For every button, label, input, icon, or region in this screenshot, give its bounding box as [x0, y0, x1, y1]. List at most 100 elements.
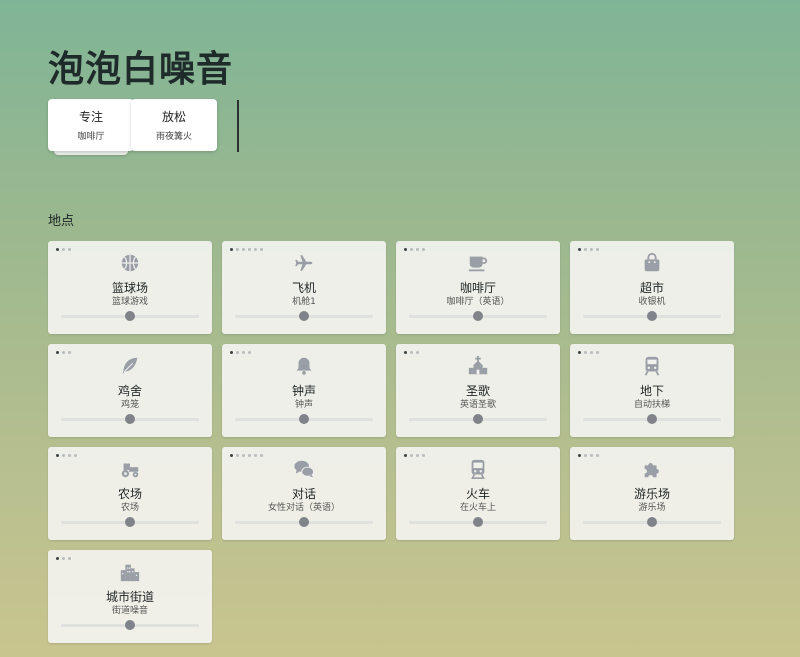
variant-dot[interactable] [56, 351, 59, 354]
variant-dot[interactable] [242, 248, 245, 251]
variant-dot[interactable] [248, 454, 251, 457]
volume-slider[interactable] [235, 311, 373, 321]
variant-dot[interactable] [242, 454, 245, 457]
variant-dots[interactable] [56, 351, 71, 354]
volume-slider-thumb[interactable] [125, 311, 135, 321]
variant-dot[interactable] [584, 248, 587, 251]
variant-dot[interactable] [578, 248, 581, 251]
variant-dot[interactable] [254, 248, 257, 251]
variant-dot[interactable] [260, 248, 263, 251]
volume-slider[interactable] [409, 414, 547, 424]
variant-dot[interactable] [56, 454, 59, 457]
variant-dot[interactable] [404, 351, 407, 354]
volume-slider[interactable] [409, 517, 547, 527]
volume-slider[interactable] [235, 517, 373, 527]
preset-focus-button[interactable]: 专注 咖啡厅 [48, 99, 134, 151]
variant-dot[interactable] [596, 248, 599, 251]
sound-card[interactable]: 地下 自动扶梯 [570, 344, 734, 437]
volume-slider-thumb[interactable] [647, 414, 657, 424]
variant-dots[interactable] [404, 351, 419, 354]
variant-dot[interactable] [230, 351, 233, 354]
sound-card[interactable]: 火车 在火车上 [396, 447, 560, 540]
variant-dot[interactable] [68, 248, 71, 251]
volume-slider-thumb[interactable] [125, 620, 135, 630]
volume-slider[interactable] [235, 414, 373, 424]
variant-dot[interactable] [578, 351, 581, 354]
sound-card[interactable]: 城市街道 街道噪音 [48, 550, 212, 643]
sound-card[interactable]: 圣歌 英语圣歌 [396, 344, 560, 437]
sound-card[interactable]: 超市 收银机 [570, 241, 734, 334]
variant-dot[interactable] [404, 248, 407, 251]
variant-dot[interactable] [590, 454, 593, 457]
variant-dot[interactable] [584, 454, 587, 457]
variant-dot[interactable] [416, 351, 419, 354]
sound-card[interactable]: 对话 女性对话（英语） [222, 447, 386, 540]
volume-slider[interactable] [61, 414, 199, 424]
variant-dots[interactable] [404, 454, 425, 457]
variant-dots[interactable] [230, 454, 263, 457]
volume-slider-thumb[interactable] [299, 517, 309, 527]
sound-card[interactable]: 钟声 钟声 [222, 344, 386, 437]
variant-dot[interactable] [236, 248, 239, 251]
variant-dot[interactable] [596, 454, 599, 457]
variant-dot[interactable] [410, 351, 413, 354]
variant-dot[interactable] [410, 248, 413, 251]
variant-dot[interactable] [242, 351, 245, 354]
volume-slider-thumb[interactable] [125, 517, 135, 527]
variant-dot[interactable] [230, 454, 233, 457]
variant-dot[interactable] [584, 351, 587, 354]
variant-dot[interactable] [416, 454, 419, 457]
variant-dots[interactable] [230, 248, 263, 251]
variant-dot[interactable] [590, 351, 593, 354]
volume-slider[interactable] [61, 311, 199, 321]
variant-dot[interactable] [248, 248, 251, 251]
variant-dot[interactable] [248, 351, 251, 354]
volume-slider[interactable] [61, 620, 199, 630]
variant-dot[interactable] [230, 248, 233, 251]
volume-slider[interactable] [583, 517, 721, 527]
variant-dot[interactable] [62, 557, 65, 560]
variant-dot[interactable] [422, 248, 425, 251]
volume-slider-thumb[interactable] [473, 517, 483, 527]
variant-dot[interactable] [578, 454, 581, 457]
variant-dot[interactable] [260, 454, 263, 457]
variant-dot[interactable] [596, 351, 599, 354]
variant-dot[interactable] [236, 454, 239, 457]
variant-dot[interactable] [68, 557, 71, 560]
variant-dot[interactable] [416, 248, 419, 251]
variant-dot[interactable] [68, 351, 71, 354]
sound-card[interactable]: 篮球场 篮球游戏 [48, 241, 212, 334]
sound-card[interactable]: 农场 农场 [48, 447, 212, 540]
volume-slider[interactable] [409, 311, 547, 321]
variant-dots[interactable] [404, 248, 425, 251]
sound-card[interactable]: 鸡舍 鸡笼 [48, 344, 212, 437]
volume-slider[interactable] [583, 311, 721, 321]
variant-dot[interactable] [74, 454, 77, 457]
volume-slider-thumb[interactable] [647, 311, 657, 321]
volume-slider-thumb[interactable] [125, 414, 135, 424]
variant-dot[interactable] [422, 454, 425, 457]
variant-dot[interactable] [68, 454, 71, 457]
variant-dot[interactable] [62, 454, 65, 457]
variant-dots[interactable] [578, 248, 599, 251]
sound-card[interactable]: 游乐场 游乐场 [570, 447, 734, 540]
preset-relax-button[interactable]: 放松 雨夜篝火 [131, 99, 217, 151]
variant-dots[interactable] [230, 351, 251, 354]
variant-dot[interactable] [56, 557, 59, 560]
variant-dot[interactable] [56, 248, 59, 251]
volume-slider-thumb[interactable] [473, 414, 483, 424]
volume-slider-thumb[interactable] [647, 517, 657, 527]
variant-dots[interactable] [56, 557, 71, 560]
variant-dot[interactable] [404, 454, 407, 457]
variant-dots[interactable] [578, 454, 599, 457]
variant-dots[interactable] [56, 248, 71, 251]
volume-slider-thumb[interactable] [473, 311, 483, 321]
volume-slider-thumb[interactable] [299, 311, 309, 321]
variant-dot[interactable] [254, 454, 257, 457]
volume-slider[interactable] [583, 414, 721, 424]
variant-dot[interactable] [62, 351, 65, 354]
sound-card[interactable]: 飞机 机舱1 [222, 241, 386, 334]
variant-dots[interactable] [578, 351, 599, 354]
variant-dots[interactable] [56, 454, 77, 457]
sound-card[interactable]: 咖啡厅 咖啡厅（英语） [396, 241, 560, 334]
